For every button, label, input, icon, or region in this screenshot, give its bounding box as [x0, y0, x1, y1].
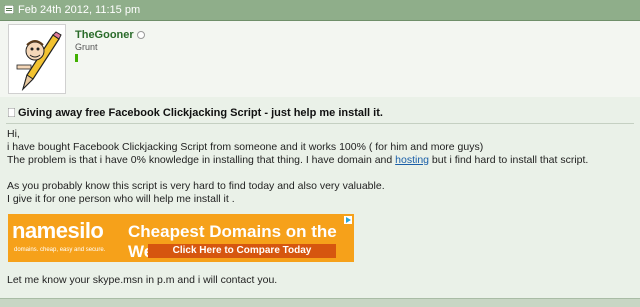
ad-cta-button[interactable]: Click Here to Compare Today: [148, 244, 336, 258]
post-title-icon: [8, 108, 15, 117]
post-header: Feb 24th 2012, 11:15 pm: [0, 0, 640, 21]
pencil-character-icon: [9, 25, 65, 93]
message-line: I give it for one person who will help m…: [7, 193, 235, 205]
divider: [6, 123, 634, 124]
thread-title-text: Giving away free Facebook Clickjacking S…: [18, 107, 383, 119]
ad-tagline: domains. cheap, easy and secure.: [14, 247, 106, 253]
hosting-link[interactable]: hosting: [395, 154, 429, 166]
message-line: As you probably know this script is very…: [7, 180, 385, 192]
message-line: i have bought Facebook Clickjacking Scri…: [7, 141, 484, 153]
offline-status-icon: [137, 31, 145, 39]
message-line: Let me know your skype.msn in p.m and i …: [7, 274, 278, 286]
reputation-bar: [75, 54, 78, 62]
post-icon: [4, 5, 14, 14]
adchoices-icon[interactable]: [344, 216, 352, 224]
message-text: The problem is that i have 0% knowledge …: [7, 154, 396, 166]
namesilo-ad-banner[interactable]: namesilo domains. cheap, easy and secure…: [8, 214, 354, 262]
thread-title: Giving away free Facebook Clickjacking S…: [8, 107, 383, 119]
namesilo-logo: namesilo domains. cheap, easy and secure…: [8, 214, 116, 262]
message-line: The problem is that i have 0% knowledge …: [7, 154, 637, 167]
username-link[interactable]: TheGooner: [75, 29, 134, 41]
message-text: but i find hard to install that script.: [429, 154, 589, 166]
message-line: Hi,: [7, 128, 20, 140]
ad-logo-text: namesilo: [12, 218, 104, 243]
user-title: Grunt: [75, 42, 98, 52]
user-info: TheGooner Grunt: [0, 21, 640, 98]
post-date: Feb 24th 2012, 11:15 pm: [18, 4, 141, 16]
avatar[interactable]: [8, 24, 66, 94]
